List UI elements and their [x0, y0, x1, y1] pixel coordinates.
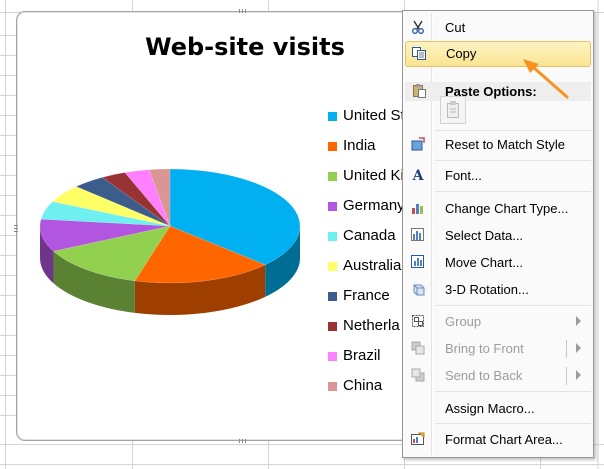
- menu-item-3d-rotation[interactable]: 3-D Rotation...: [405, 278, 591, 302]
- menu-item-reset-to-match-style[interactable]: Reset to Match Style: [405, 133, 591, 157]
- reset-style-icon: [409, 136, 427, 154]
- legend-label: Brazil: [343, 347, 381, 364]
- menu-item-format-chart-area[interactable]: Format Chart Area...: [405, 428, 591, 452]
- legend-swatch: [328, 352, 337, 361]
- bring-to-front-icon: [409, 340, 427, 358]
- menu-item-select-data[interactable]: Select Data...: [405, 224, 591, 248]
- resize-handle-left[interactable]: [14, 224, 18, 232]
- pie-chart[interactable]: [36, 163, 306, 333]
- legend-swatch: [328, 382, 337, 391]
- menu-item-move-chart[interactable]: Move Chart...: [405, 251, 591, 275]
- legend-label: Canada: [343, 227, 396, 244]
- legend-swatch: [328, 322, 337, 331]
- legend-swatch: [328, 172, 337, 181]
- font-icon: A: [412, 168, 424, 184]
- legend-label: France: [343, 287, 390, 304]
- annotation-arrow: [523, 59, 569, 99]
- paste-icon: [411, 83, 427, 102]
- legend-label: Netherla: [343, 317, 400, 334]
- legend-swatch: [328, 262, 337, 271]
- send-to-back-icon: [409, 367, 427, 385]
- legend-swatch: [328, 232, 337, 241]
- resize-handle-top[interactable]: [239, 9, 247, 13]
- resize-handle-bottom[interactable]: [239, 439, 247, 443]
- legend-label: Australia: [343, 257, 402, 274]
- submenu-arrow-icon[interactable]: [576, 370, 581, 380]
- legend-label: China: [343, 377, 383, 394]
- legend-label: India: [343, 137, 376, 154]
- rotation-3d-icon: [409, 281, 427, 299]
- legend-swatch: [328, 202, 337, 211]
- scissors-icon: [409, 19, 427, 37]
- chart-type-icon: [409, 200, 427, 218]
- submenu-arrow-icon: [576, 316, 581, 326]
- legend-swatch: [328, 142, 337, 151]
- menu-item-cut[interactable]: Cut: [405, 16, 591, 40]
- format-chart-area-icon: [409, 431, 427, 449]
- legend-swatch: [328, 292, 337, 301]
- move-chart-icon: [409, 254, 427, 272]
- menu-item-assign-macro[interactable]: Assign Macro...: [405, 397, 591, 421]
- group-icon: [409, 313, 427, 331]
- menu-item-bring-to-front[interactable]: Bring to Front: [405, 337, 591, 361]
- legend-swatch: [328, 112, 337, 121]
- menu-item-font[interactable]: A Font...: [405, 164, 591, 188]
- menu-item-group[interactable]: Group: [405, 310, 591, 334]
- legend-label: United St: [343, 107, 405, 124]
- submenu-arrow-icon[interactable]: [576, 343, 581, 353]
- legend-label: Germany: [343, 197, 405, 214]
- select-data-icon: [409, 227, 427, 245]
- copy-icon: [410, 45, 428, 63]
- paste-option-keep-formatting[interactable]: [440, 96, 466, 124]
- chart-title: Web-site visits: [145, 33, 345, 61]
- menu-item-change-chart-type[interactable]: Change Chart Type...: [405, 197, 591, 221]
- menu-item-send-to-back[interactable]: Send to Back: [405, 364, 591, 388]
- legend-label: United Ki: [343, 167, 404, 184]
